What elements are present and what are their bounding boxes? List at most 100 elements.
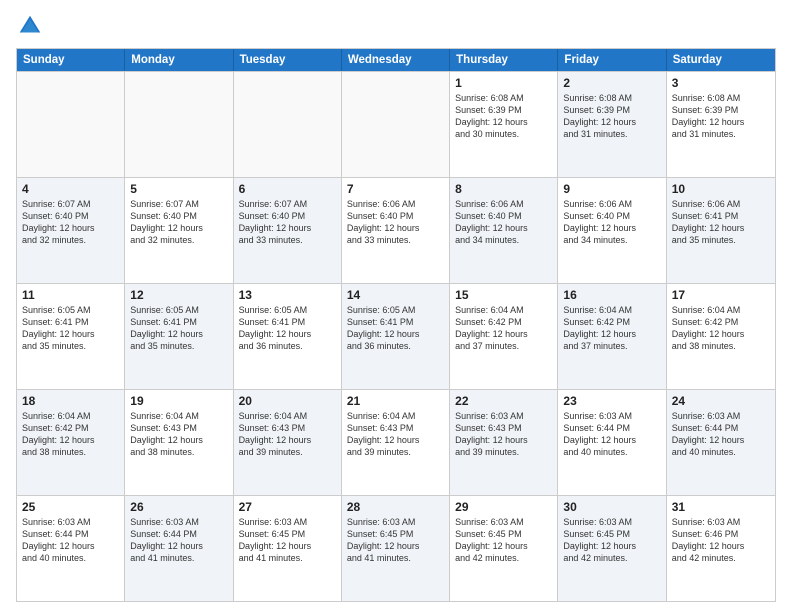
day-number: 1 <box>455 76 552 90</box>
header-day-wednesday: Wednesday <box>342 49 450 71</box>
day-info: Sunrise: 6:06 AM Sunset: 6:41 PM Dayligh… <box>672 198 770 247</box>
day-info: Sunrise: 6:04 AM Sunset: 6:43 PM Dayligh… <box>130 410 227 459</box>
header-day-friday: Friday <box>558 49 666 71</box>
day-cell-11: 11 Sunrise: 6:05 AM Sunset: 6:41 PM Dayli… <box>17 284 125 389</box>
logo-icon <box>16 12 44 40</box>
day-info: Sunrise: 6:03 AM Sunset: 6:44 PM Dayligh… <box>563 410 660 459</box>
day-number: 17 <box>672 288 770 302</box>
calendar-row-3: 18 Sunrise: 6:04 AM Sunset: 6:42 PM Dayli… <box>17 389 775 495</box>
day-info: Sunrise: 6:08 AM Sunset: 6:39 PM Dayligh… <box>455 92 552 141</box>
day-info: Sunrise: 6:05 AM Sunset: 6:41 PM Dayligh… <box>22 304 119 353</box>
day-info: Sunrise: 6:03 AM Sunset: 6:45 PM Dayligh… <box>563 516 660 565</box>
day-cell-2: 2 Sunrise: 6:08 AM Sunset: 6:39 PM Daylig… <box>558 72 666 177</box>
day-info: Sunrise: 6:06 AM Sunset: 6:40 PM Dayligh… <box>563 198 660 247</box>
day-number: 10 <box>672 182 770 196</box>
calendar-header: SundayMondayTuesdayWednesdayThursdayFrid… <box>17 49 775 71</box>
day-info: Sunrise: 6:04 AM Sunset: 6:42 PM Dayligh… <box>563 304 660 353</box>
header-day-sunday: Sunday <box>17 49 125 71</box>
day-number: 7 <box>347 182 444 196</box>
day-number: 11 <box>22 288 119 302</box>
day-cell-23: 23 Sunrise: 6:03 AM Sunset: 6:44 PM Dayli… <box>558 390 666 495</box>
day-cell-18: 18 Sunrise: 6:04 AM Sunset: 6:42 PM Dayli… <box>17 390 125 495</box>
day-cell-12: 12 Sunrise: 6:05 AM Sunset: 6:41 PM Dayli… <box>125 284 233 389</box>
day-info: Sunrise: 6:06 AM Sunset: 6:40 PM Dayligh… <box>455 198 552 247</box>
day-info: Sunrise: 6:07 AM Sunset: 6:40 PM Dayligh… <box>22 198 119 247</box>
day-number: 4 <box>22 182 119 196</box>
calendar-row-0: 1 Sunrise: 6:08 AM Sunset: 6:39 PM Daylig… <box>17 71 775 177</box>
day-info: Sunrise: 6:03 AM Sunset: 6:45 PM Dayligh… <box>455 516 552 565</box>
empty-cell-0-1 <box>125 72 233 177</box>
day-cell-1: 1 Sunrise: 6:08 AM Sunset: 6:39 PM Daylig… <box>450 72 558 177</box>
day-cell-27: 27 Sunrise: 6:03 AM Sunset: 6:45 PM Dayli… <box>234 496 342 601</box>
empty-cell-0-3 <box>342 72 450 177</box>
day-cell-6: 6Sunrise: 6:07 AM Sunset: 6:40 PM Daylig… <box>234 178 342 283</box>
day-cell-15: 15 Sunrise: 6:04 AM Sunset: 6:42 PM Dayli… <box>450 284 558 389</box>
calendar-body: 1 Sunrise: 6:08 AM Sunset: 6:39 PM Daylig… <box>17 71 775 601</box>
day-info: Sunrise: 6:08 AM Sunset: 6:39 PM Dayligh… <box>672 92 770 141</box>
day-cell-3: 3 Sunrise: 6:08 AM Sunset: 6:39 PM Daylig… <box>667 72 775 177</box>
day-cell-10: 10 Sunrise: 6:06 AM Sunset: 6:41 PM Dayli… <box>667 178 775 283</box>
day-cell-25: 25 Sunrise: 6:03 AM Sunset: 6:44 PM Dayli… <box>17 496 125 601</box>
day-number: 30 <box>563 500 660 514</box>
day-cell-19: 19 Sunrise: 6:04 AM Sunset: 6:43 PM Dayli… <box>125 390 233 495</box>
day-number: 31 <box>672 500 770 514</box>
day-number: 28 <box>347 500 444 514</box>
day-info: Sunrise: 6:04 AM Sunset: 6:43 PM Dayligh… <box>347 410 444 459</box>
day-info: Sunrise: 6:05 AM Sunset: 6:41 PM Dayligh… <box>239 304 336 353</box>
calendar-row-1: 4 Sunrise: 6:07 AM Sunset: 6:40 PM Daylig… <box>17 177 775 283</box>
day-number: 3 <box>672 76 770 90</box>
day-info: Sunrise: 6:05 AM Sunset: 6:41 PM Dayligh… <box>130 304 227 353</box>
day-number: 13 <box>239 288 336 302</box>
day-info: Sunrise: 6:08 AM Sunset: 6:39 PM Dayligh… <box>563 92 660 141</box>
day-cell-7: 7 Sunrise: 6:06 AM Sunset: 6:40 PM Daylig… <box>342 178 450 283</box>
day-number: 19 <box>130 394 227 408</box>
day-cell-14: 14Sunrise: 6:05 AM Sunset: 6:41 PM Dayli… <box>342 284 450 389</box>
day-cell-30: 30 Sunrise: 6:03 AM Sunset: 6:45 PM Dayli… <box>558 496 666 601</box>
day-number: 12 <box>130 288 227 302</box>
day-cell-20: 20Sunrise: 6:04 AM Sunset: 6:43 PM Dayli… <box>234 390 342 495</box>
day-number: 20 <box>239 394 336 408</box>
day-number: 26 <box>130 500 227 514</box>
day-info: Sunrise: 6:03 AM Sunset: 6:44 PM Dayligh… <box>672 410 770 459</box>
day-number: 6 <box>239 182 336 196</box>
day-cell-17: 17Sunrise: 6:04 AM Sunset: 6:42 PM Dayli… <box>667 284 775 389</box>
day-number: 21 <box>347 394 444 408</box>
day-cell-22: 22 Sunrise: 6:03 AM Sunset: 6:43 PM Dayli… <box>450 390 558 495</box>
day-cell-21: 21 Sunrise: 6:04 AM Sunset: 6:43 PM Dayli… <box>342 390 450 495</box>
day-number: 15 <box>455 288 552 302</box>
day-cell-31: 31 Sunrise: 6:03 AM Sunset: 6:46 PM Dayli… <box>667 496 775 601</box>
day-info: Sunrise: 6:03 AM Sunset: 6:45 PM Dayligh… <box>239 516 336 565</box>
day-info: Sunrise: 6:03 AM Sunset: 6:44 PM Dayligh… <box>22 516 119 565</box>
day-cell-16: 16 Sunrise: 6:04 AM Sunset: 6:42 PM Dayli… <box>558 284 666 389</box>
day-info: Sunrise: 6:04 AM Sunset: 6:42 PM Dayligh… <box>455 304 552 353</box>
header-day-saturday: Saturday <box>667 49 775 71</box>
day-cell-8: 8 Sunrise: 6:06 AM Sunset: 6:40 PM Daylig… <box>450 178 558 283</box>
day-cell-13: 13 Sunrise: 6:05 AM Sunset: 6:41 PM Dayli… <box>234 284 342 389</box>
day-number: 9 <box>563 182 660 196</box>
day-info: Sunrise: 6:06 AM Sunset: 6:40 PM Dayligh… <box>347 198 444 247</box>
header-day-thursday: Thursday <box>450 49 558 71</box>
day-number: 29 <box>455 500 552 514</box>
day-number: 2 <box>563 76 660 90</box>
day-info: Sunrise: 6:03 AM Sunset: 6:46 PM Dayligh… <box>672 516 770 565</box>
day-number: 18 <box>22 394 119 408</box>
day-info: Sunrise: 6:05 AM Sunset: 6:41 PM Dayligh… <box>347 304 444 353</box>
day-info: Sunrise: 6:07 AM Sunset: 6:40 PM Dayligh… <box>130 198 227 247</box>
logo <box>16 12 48 40</box>
day-number: 8 <box>455 182 552 196</box>
day-info: Sunrise: 6:03 AM Sunset: 6:43 PM Dayligh… <box>455 410 552 459</box>
day-number: 25 <box>22 500 119 514</box>
header-day-tuesday: Tuesday <box>234 49 342 71</box>
calendar-row-2: 11 Sunrise: 6:05 AM Sunset: 6:41 PM Dayli… <box>17 283 775 389</box>
day-number: 24 <box>672 394 770 408</box>
day-number: 16 <box>563 288 660 302</box>
header-day-monday: Monday <box>125 49 233 71</box>
day-info: Sunrise: 6:04 AM Sunset: 6:42 PM Dayligh… <box>22 410 119 459</box>
day-number: 23 <box>563 394 660 408</box>
calendar: SundayMondayTuesdayWednesdayThursdayFrid… <box>16 48 776 602</box>
calendar-row-4: 25 Sunrise: 6:03 AM Sunset: 6:44 PM Dayli… <box>17 495 775 601</box>
day-cell-26: 26Sunrise: 6:03 AM Sunset: 6:44 PM Dayli… <box>125 496 233 601</box>
day-number: 22 <box>455 394 552 408</box>
header <box>16 12 776 40</box>
day-number: 27 <box>239 500 336 514</box>
